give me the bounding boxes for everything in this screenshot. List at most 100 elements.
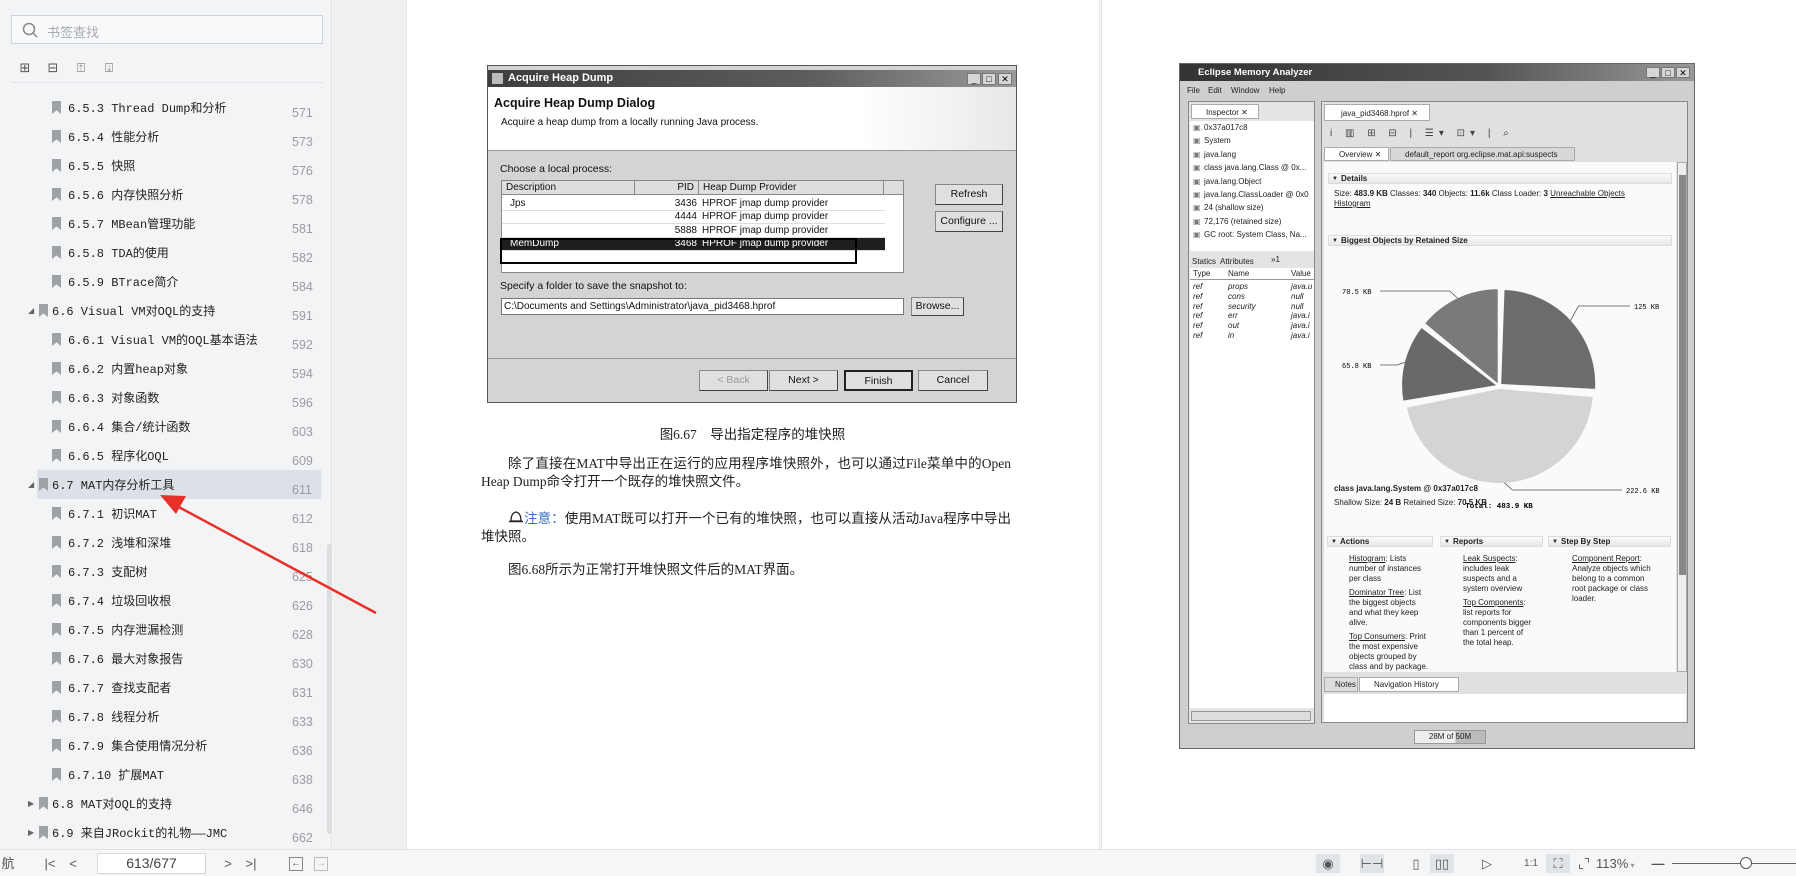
bookmark-label: 6.7.5 内存泄漏检测 [68,624,184,638]
reports-header: Reports [1440,536,1543,547]
bookmark-item[interactable]: 6.6.5 程序化OQL 609 [0,441,325,470]
next-page-button[interactable]: > [221,854,235,873]
zoom-out-button[interactable]: — [1650,854,1666,873]
bookmark-page: 576 [292,164,313,178]
fit-width-icon[interactable]: ⊢⊣ [1360,854,1384,873]
column-header: Value [1291,269,1311,278]
caret-down-icon[interactable]: ◢ [28,480,34,489]
bookmark-item[interactable]: 6.7.5 内存泄漏检测 628 [0,615,325,644]
bookmark-page: 611 [292,483,312,497]
bookmark-icon [52,652,61,665]
forward-view-button[interactable]: → [314,857,328,871]
bookmark-item[interactable]: 6.5.5 快照 576 [0,151,325,180]
eye-protect-icon[interactable]: ◉ [1316,854,1340,873]
inspector-item: java.lang.Object [1204,176,1262,186]
bookmark-item[interactable]: 6.7.9 集合使用情况分析 636 [0,731,325,760]
bookmark-page: 626 [292,599,313,613]
bookmark-item[interactable]: 6.6.3 对象函数 596 [0,383,325,412]
inspector-item-icon: ▣ [1193,163,1201,173]
actions-header: Actions [1327,536,1433,547]
refresh-button: Refresh [935,184,1003,205]
play-icon[interactable]: ▷ [1476,854,1498,873]
bookmark-item[interactable]: 6.7.3 支配树 625 [0,557,325,586]
bookmark-item[interactable]: 6.7.7 查找支配者 631 [0,673,325,702]
first-page-button[interactable]: |< [42,854,58,873]
bookmark-item[interactable]: 6.5.6 内存快照分析 578 [0,180,325,209]
bookmark-item[interactable]: 6.5.8 TDA的使用 582 [0,238,325,267]
bookmark-item[interactable]: 6.7.10 扩展MAT 638 [0,760,325,789]
bookmark-icon [52,739,61,752]
column-header: Name [1228,269,1250,278]
last-page-button[interactable]: >| [243,854,259,873]
bookmark-item[interactable]: ▶ 6.8 MAT对OQL的支持 646 [0,789,325,818]
zoom-slider-handle[interactable] [1740,857,1753,869]
editor-tab: java_pid3468.hprof ✕ [1324,104,1430,121]
fit-page-icon[interactable]: ⛶ [1546,854,1570,873]
rotate-icon[interactable]: ⌞⌝ [1574,854,1594,873]
bookmark-item[interactable]: 6.5.4 性能分析 573 [0,122,325,151]
add-bookmark-icon[interactable]: ⍐ [73,60,89,76]
actual-size-icon[interactable]: 1:1 [1520,854,1542,873]
bookmark-icon [39,304,48,317]
bookmark-icon [52,449,61,462]
collapse-all-icon[interactable]: ⊟ [45,60,61,76]
bookmark-item[interactable]: ▶ 6.9 来自JRockit的礼物——JMC 662 [0,818,325,847]
prev-page-button[interactable]: < [66,854,80,873]
column-header: PID [635,181,699,195]
bookmark-page: 592 [292,338,313,352]
column-header: Heap Dump Provider [699,181,884,195]
bookmark-page: 609 [292,454,313,468]
bookmark-item[interactable]: 6.7.4 垃圾回收根 626 [0,586,325,615]
single-page-icon[interactable]: ▯ [1405,854,1427,873]
bookmark-page: 612 [292,512,313,526]
bookmark-label: 6.6.3 对象函数 [68,392,160,406]
inspector-item-icon: ▣ [1193,230,1201,240]
bookmark-item[interactable]: 6.7.1 初识MAT 612 [0,499,325,528]
inspector-item-icon: ▣ [1193,176,1201,186]
folder-label: Specify a folder to save the snapshot to… [500,280,687,292]
bookmark-item[interactable]: 6.7.2 浅堆和深堆 618 [0,528,325,557]
bookmark-item[interactable]: 6.6.4 集合/统计函数 603 [0,412,325,441]
back-view-button[interactable]: ← [289,857,303,871]
bookmark-item[interactable]: 6.5.3 Thread Dump和分析 571 [0,93,325,122]
overview-tab: Overview ✕ [1324,147,1389,161]
bookmark-item[interactable]: 6.5.7 MBean管理功能 581 [0,209,325,238]
process-pid: 5888 [674,224,697,236]
bookmark-item[interactable]: ◢ 6.7 MAT内存分析工具 611 [28,470,321,499]
bookmark-item[interactable]: 6.7.6 最大对象报告 630 [0,644,325,673]
zoom-dropdown[interactable]: 113% ▾ [1596,854,1640,873]
selected-sizes: Shallow Size: 24 B Retained Size: 70.5 K… [1334,498,1487,507]
actions-entry: Top Consumers: Print the most expensive … [1349,632,1429,671]
caret-down-icon[interactable]: ◢ [28,306,34,315]
statics-tab: Statics [1192,257,1217,266]
bookmark-item[interactable]: ◢ 6.6 Visual VM对OQL的支持 591 [0,296,325,325]
expand-all-icon[interactable]: ⊞ [17,60,33,76]
remove-bookmark-icon[interactable]: ⍗ [101,60,117,76]
double-page-icon[interactable]: ▯▯ [1430,854,1454,873]
divider [11,82,323,83]
bookmark-label: 6.5.8 TDA的使用 [68,247,169,261]
bookmark-label: 6.5.5 快照 [68,160,136,174]
bookmark-page: 591 [292,309,313,323]
bookmark-item[interactable]: 6.5.9 BTrace简介 584 [0,267,325,296]
bookmark-icon [52,594,61,607]
zoom-slider[interactable] [1672,863,1796,864]
bookmark-icon [52,188,61,201]
bookmark-item[interactable]: 6.6.1 Visual VM的OQL基本语法 592 [0,325,325,354]
steps-list: Component Report: Analyze objects which … [1572,554,1657,608]
mat-window-title: Eclipse Memory Analyzer [1198,67,1313,78]
bookmark-icon [52,362,61,375]
bookmark-search-input[interactable]: 书签查找 [11,15,323,44]
bookmark-page: 581 [292,222,313,236]
bookmark-label: 6.7.10 扩展MAT [68,769,165,783]
bookmark-item[interactable]: 6.7.8 线程分析 633 [0,702,325,731]
sidebar-scrollbar[interactable] [327,544,332,834]
inspector-item-icon: ▣ [1193,149,1201,159]
page-number-input[interactable]: 613/677 [97,853,206,874]
caret-right-icon[interactable]: ▶ [28,828,34,837]
pie-label: 222.6 KB [1626,488,1660,496]
bookmark-item[interactable]: 6.6.2 内置heap对象 594 [0,354,325,383]
bookmark-page: 638 [292,773,313,787]
caret-right-icon[interactable]: ▶ [28,799,34,808]
actions-list: Histogram: Lists number of instances per… [1349,554,1429,676]
